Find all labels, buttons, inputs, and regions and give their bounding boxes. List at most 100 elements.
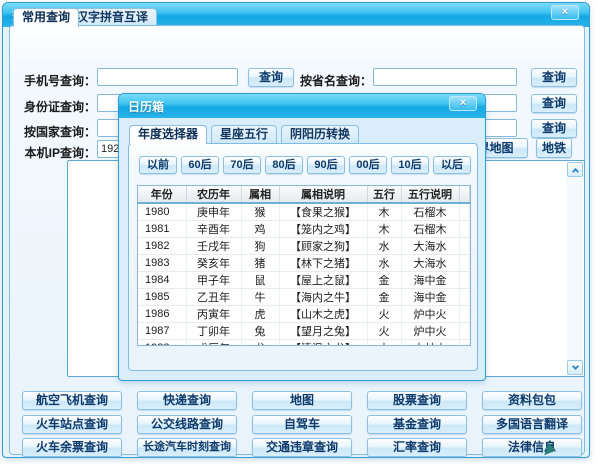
cell: 金 <box>367 271 402 289</box>
query-button-row2[interactable]: 查询 <box>531 94 577 113</box>
mobile-query-button[interactable]: 查询 <box>248 68 294 87</box>
cell: 丁卯年 <box>186 322 242 340</box>
cell: 丙寅年 <box>186 305 242 323</box>
cell <box>459 254 470 272</box>
subway-button[interactable]: 地铁 <box>536 138 572 158</box>
dialog-titlebar[interactable]: 日历箱 × <box>119 94 485 118</box>
col-element-desc: 五行说明 <box>401 186 460 204</box>
translate-button[interactable]: 多国语言翻译 <box>482 415 582 434</box>
tab-zodiac-five-elements[interactable]: 星座五行 <box>211 125 278 143</box>
tab-year-selector[interactable]: 年度选择器 <box>129 125 208 144</box>
decade-before-button[interactable]: 以前 <box>139 156 177 174</box>
cell: 兔 <box>241 322 280 340</box>
cell: 虎 <box>241 305 280 323</box>
dialog-title: 日历箱 <box>128 99 165 114</box>
cell: 木 <box>367 339 402 345</box>
exchange-rate-query-button[interactable]: 汇率查询 <box>367 438 467 457</box>
map-button[interactable]: 地图 <box>252 391 352 410</box>
cell: 【望月之兔】 <box>279 322 368 340</box>
cell: 【笼内之鸡】 <box>279 220 368 238</box>
tab-label: 年度选择器 <box>138 127 199 141</box>
tab-common-query[interactable]: 常用查询 <box>13 8 80 27</box>
cell: 1987 <box>138 322 187 340</box>
tab-label: 常用查询 <box>22 10 71 24</box>
cell: 1988 <box>138 339 187 345</box>
decade-10s-button[interactable]: 10后 <box>391 156 429 174</box>
table-row[interactable]: 1986 丙寅年虎【山木之虎】火炉中火 <box>138 305 470 323</box>
col-lunar-year: 农历年 <box>186 186 242 204</box>
dialog-close-button[interactable]: × <box>449 96 477 111</box>
decade-00s-button[interactable]: 00后 <box>349 156 387 174</box>
decade-after-button[interactable]: 以后 <box>433 156 471 174</box>
table-row[interactable]: 1987 丁卯年兔【望月之兔】火炉中火 <box>138 322 470 340</box>
col-zodiac: 属相 <box>241 186 280 204</box>
table-row[interactable]: 1988戊辰年龙【清温之龙】木大林木 <box>138 339 470 345</box>
province-query-button[interactable]: 查询 <box>531 68 577 87</box>
decade-80s-button[interactable]: 80后 <box>265 156 303 174</box>
cell: 戊辰年 <box>186 339 242 345</box>
stock-query-button[interactable]: 股票查询 <box>367 391 467 410</box>
traffic-violation-query-button[interactable]: 交通违章查询 <box>252 438 352 457</box>
province-query-input[interactable] <box>373 68 517 86</box>
legal-info-button[interactable]: 法律信息 <box>482 438 582 457</box>
cell: 【山木之虎】 <box>279 305 368 323</box>
self-driving-button[interactable]: 自驾车 <box>252 415 352 434</box>
screen: 查询 × 常用查询 汉字拼音互译 手机号查询： 查询 身份证查询： 按国家查询：… <box>0 0 600 474</box>
query-button-row3[interactable]: 查询 <box>531 119 577 138</box>
cell: 龙 <box>241 339 280 345</box>
cell: 1981 <box>138 220 187 238</box>
tab-pinyin-translate[interactable]: 汉字拼音互译 <box>67 8 158 26</box>
cell: 木 <box>367 220 402 238</box>
cell: 大林木 <box>401 339 460 345</box>
cell: 1982 <box>138 237 187 255</box>
cell <box>459 203 470 221</box>
zodiac-table: 年份 农历年 属相 属相说明 五行 五行说明 1980 庚申年猴【食果之猴】木石榴… <box>137 185 471 346</box>
cell: 1986 <box>138 305 187 323</box>
label-localip-query: 本机IP查询： <box>24 146 96 160</box>
cell <box>459 237 470 255</box>
close-button[interactable]: × <box>551 5 579 20</box>
table-row[interactable]: 1981 辛酉年鸡【笼内之鸡】木石榴木 <box>138 220 470 238</box>
coach-schedule-query-button[interactable]: 长途汽车时刻查询 <box>137 438 237 457</box>
tab-label: 星座五行 <box>220 127 269 141</box>
table-row[interactable]: 1980 庚申年猴【食果之猴】木石榴木 <box>138 203 470 221</box>
label-idcard-query: 身份证查询： <box>23 100 96 114</box>
express-query-button[interactable]: 快递查询 <box>137 391 237 410</box>
cell: 炉中火 <box>401 322 460 340</box>
table-header-row: 年份 农历年 属相 属相说明 五行 五行说明 <box>138 186 470 204</box>
cell: 火 <box>367 305 402 323</box>
col-filler <box>459 186 470 204</box>
close-icon: × <box>459 97 467 109</box>
decade-60s-button[interactable]: 60后 <box>181 156 219 174</box>
decade-70s-button[interactable]: 70后 <box>223 156 261 174</box>
chevron-down-icon <box>571 362 580 371</box>
cell: 乙丑年 <box>186 288 242 306</box>
table-row[interactable]: 1982 壬戌年狗【顾家之狗】水大海水 <box>138 237 470 255</box>
scroll-down-button[interactable] <box>567 360 583 375</box>
table-row[interactable]: 1985 乙丑年牛【海内之牛】金海中金 <box>138 288 470 306</box>
col-zodiac-desc: 属相说明 <box>279 186 368 204</box>
cell: 大海水 <box>401 237 460 255</box>
data-package-button[interactable]: 资料包包 <box>482 391 582 410</box>
train-station-query-button[interactable]: 火车站点查询 <box>22 415 122 434</box>
cell: 1984 <box>138 271 187 289</box>
cell <box>459 271 470 289</box>
close-icon: × <box>561 6 569 18</box>
fund-query-button[interactable]: 基金查询 <box>367 415 467 434</box>
cell: 【屋上之鼠】 <box>279 271 368 289</box>
table-row[interactable]: 1984 甲子年鼠【屋上之鼠】金海中金 <box>138 271 470 289</box>
scroll-up-button[interactable] <box>567 162 583 177</box>
train-ticket-query-button[interactable]: 火车余票查询 <box>22 438 122 457</box>
cell <box>459 305 470 323</box>
decade-90s-button[interactable]: 90后 <box>307 156 345 174</box>
scrollbar[interactable] <box>567 162 583 375</box>
mobile-query-input[interactable] <box>97 68 238 86</box>
bus-route-query-button[interactable]: 公交线路查询 <box>137 415 237 434</box>
cell: 1983 <box>138 254 187 272</box>
label-mobile-query: 手机号查询： <box>23 74 96 88</box>
flight-query-button[interactable]: 航空飞机查询 <box>22 391 122 410</box>
tab-lunar-solar-convert[interactable]: 阴阳历转换 <box>281 125 360 143</box>
table-row[interactable]: 1983 癸亥年猪【林下之猪】水大海水 <box>138 254 470 272</box>
dialog-tab-content: 以前 60后 70后 80后 90后 00后 10后 以后 年份 农历年 属相 … <box>128 143 478 371</box>
cell <box>459 288 470 306</box>
